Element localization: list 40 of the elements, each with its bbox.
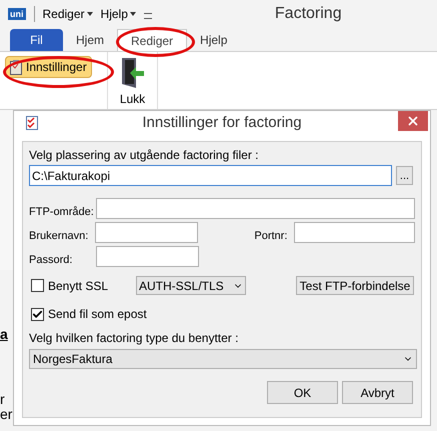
text-field[interactable] xyxy=(95,222,198,243)
ssl-mode-dropdown[interactable]: AUTH-SSL/TLS xyxy=(136,276,246,295)
app-logo: uni xyxy=(8,8,26,20)
browse-button[interactable]: ... xyxy=(396,166,413,185)
caret-icon xyxy=(86,12,93,16)
quick-menu[interactable]: Rediger xyxy=(42,5,93,23)
quick-menu[interactable]: Hjelp xyxy=(100,5,136,23)
close-button[interactable] xyxy=(398,111,428,131)
checkbox[interactable] xyxy=(31,279,44,292)
text-field[interactable] xyxy=(96,198,415,219)
close-icon xyxy=(406,114,420,128)
field-label: Velg plassering av utgående factoring filer : xyxy=(29,148,260,163)
field-label: Portnr: xyxy=(254,229,288,243)
text-field[interactable] xyxy=(96,246,199,267)
checkbox[interactable] xyxy=(31,308,44,320)
background-text: r xyxy=(0,391,5,407)
dialog-button[interactable]: OK xyxy=(267,381,338,404)
caret-icon xyxy=(130,12,136,16)
field-label: Velg hvilken factoring type du benytter : xyxy=(29,331,240,346)
folder-field[interactable]: C:\Fakturakopi xyxy=(29,165,392,186)
exit-door-icon xyxy=(120,56,146,90)
checkbox-label: Send fil som epost xyxy=(48,306,147,323)
close-app-button[interactable]: Lukk xyxy=(120,56,146,108)
field-label: Brukernavn: xyxy=(29,229,90,243)
window-title: Factoring xyxy=(274,4,342,24)
factoring-type-dropdown[interactable]: NorgesFaktura xyxy=(29,349,417,369)
checklist-icon xyxy=(26,116,38,130)
field-label: Passord: xyxy=(29,253,74,267)
background-text: er xyxy=(0,406,12,422)
test-ftp-button[interactable]: Test FTP-forbindelse xyxy=(296,276,414,295)
dialog-button[interactable]: Avbryt xyxy=(342,381,413,404)
ribbon-tab[interactable]: Hjem xyxy=(63,29,118,51)
field-label: FTP-område: xyxy=(29,205,95,219)
ribbon-tab[interactable]: Hjelp xyxy=(187,29,240,51)
text-field[interactable] xyxy=(294,222,415,243)
dialog-title: Innstillinger for factoring xyxy=(142,113,302,134)
link-text[interactable]: a xyxy=(0,326,8,342)
file-tab[interactable]: Fil xyxy=(10,29,63,51)
checkbox-label: Benytt SSL xyxy=(48,278,108,294)
customize-icon[interactable] xyxy=(144,13,152,19)
